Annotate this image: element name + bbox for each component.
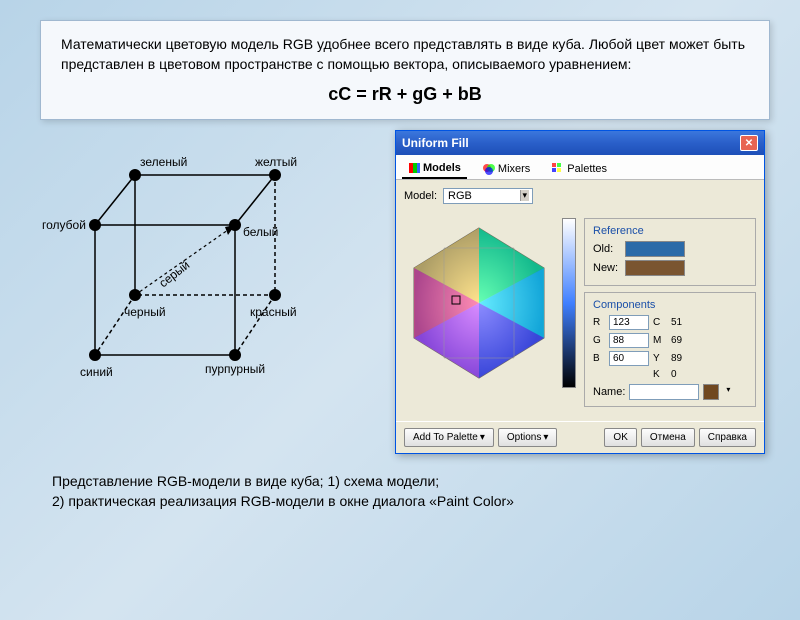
- label-black: черный: [124, 305, 166, 319]
- name-label: Name:: [593, 386, 625, 398]
- label-cyan: голубой: [42, 218, 86, 232]
- model-dropdown[interactable]: RGB: [443, 188, 533, 204]
- b-input[interactable]: 60: [609, 351, 649, 366]
- content-row: зеленый желтый голубой белый серый черны…: [40, 130, 770, 454]
- mixers-icon: [483, 163, 495, 175]
- tab-palettes[interactable]: Palettes: [546, 159, 613, 179]
- m-value: 69: [671, 335, 701, 346]
- reference-group: Reference Old: New:: [584, 218, 756, 286]
- cancel-button[interactable]: Отмена: [641, 428, 695, 447]
- name-input[interactable]: [629, 384, 699, 400]
- label-green: зеленый: [140, 155, 187, 169]
- label-red: красный: [250, 305, 297, 319]
- options-button[interactable]: Options ▾: [498, 428, 558, 447]
- components-title: Components: [593, 299, 747, 311]
- rgb-cube-diagram: зеленый желтый голубой белый серый черны…: [40, 130, 380, 430]
- close-button[interactable]: ✕: [740, 135, 758, 151]
- intro-text: Математически цветовую модель RGB удобне…: [61, 35, 749, 74]
- help-button[interactable]: Справка: [699, 428, 756, 447]
- new-label: New:: [593, 262, 619, 274]
- caption-line-2: 2) практическая реализация RGB-модели в …: [52, 492, 758, 512]
- name-color-chip[interactable]: [703, 384, 719, 400]
- model-selector-row: Model: RGB: [404, 188, 756, 204]
- dialog-title: Uniform Fill: [402, 136, 469, 150]
- dialog-titlebar: Uniform Fill ✕: [396, 131, 764, 155]
- r-input[interactable]: 123: [609, 315, 649, 330]
- label-yellow: желтый: [255, 155, 297, 169]
- ok-button[interactable]: OK: [604, 428, 636, 447]
- dialog-tabs: Models Mixers Palettes: [396, 155, 764, 180]
- intro-card: Математически цветовую модель RGB удобне…: [40, 20, 770, 120]
- old-swatch: [625, 241, 685, 257]
- caption: Представление RGB-модели в виде куба; 1)…: [40, 464, 770, 519]
- caption-line-1: Представление RGB-модели в виде куба; 1)…: [52, 472, 758, 492]
- model-label: Model:: [404, 190, 437, 202]
- y-value: 89: [671, 353, 701, 364]
- g-input[interactable]: 88: [609, 333, 649, 348]
- tab-models[interactable]: Models: [402, 159, 467, 179]
- reference-title: Reference: [593, 225, 747, 237]
- tab-mixers[interactable]: Mixers: [477, 159, 536, 179]
- label-magenta: пурпурный: [205, 362, 265, 376]
- models-icon: [408, 162, 420, 174]
- c-value: 51: [671, 317, 701, 328]
- label-white: белый: [243, 225, 278, 239]
- brightness-slider[interactable]: [562, 218, 576, 388]
- old-label: Old:: [593, 243, 619, 255]
- label-blue: синий: [80, 365, 113, 379]
- k-value: 0: [671, 369, 701, 380]
- new-swatch: [625, 260, 685, 276]
- components-group: Components R123 C51 G88 M69 B60 Y89 K0 N…: [584, 292, 756, 407]
- palettes-icon: [552, 163, 564, 175]
- cube-svg: [40, 130, 380, 430]
- dialog-buttons: Add To Palette ▾ Options ▾ OK Отмена Спр…: [396, 421, 764, 453]
- equation: cC = rR + gG + bB: [61, 84, 749, 105]
- add-to-palette-button[interactable]: Add To Palette ▾: [404, 428, 494, 447]
- color-hexagon[interactable]: [404, 218, 554, 388]
- uniform-fill-dialog: Uniform Fill ✕ Models Mixers Palettes Mo…: [395, 130, 765, 454]
